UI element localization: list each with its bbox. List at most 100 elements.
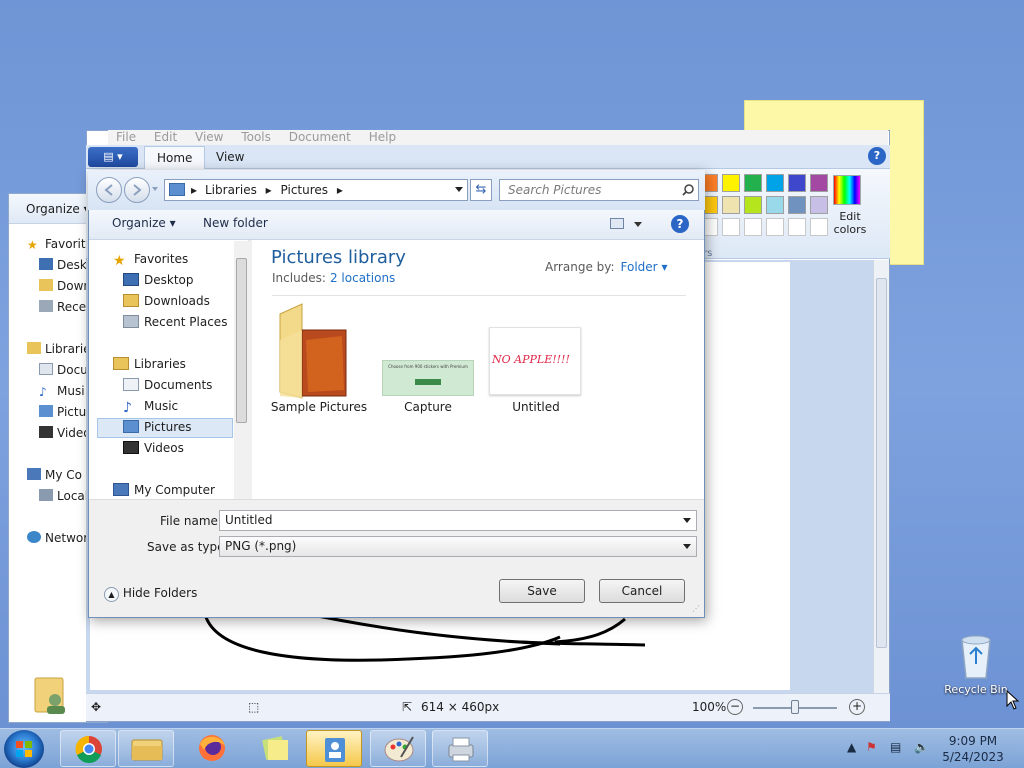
nav-desktop[interactable]: Desktop [123,273,194,287]
taskbar-explorer[interactable] [118,730,174,767]
file-name-field[interactable]: Untitled [219,510,697,531]
address-bar[interactable]: ▸ Libraries ▸ Pictures ▸ [164,179,468,201]
nav-videos[interactable]: Videos [123,441,184,455]
color-swatch-empty[interactable] [722,218,740,236]
menu-tools[interactable]: Tools [241,130,271,144]
save-type-select[interactable]: PNG (*.png) [219,536,697,557]
explorer-nav-downloads[interactable]: Down [39,279,91,293]
menu-document[interactable]: Document [289,130,351,144]
tab-home[interactable]: Home [144,146,206,169]
file-item-capture-thumbnail[interactable]: Choose from 900 stickers with Premium [382,360,474,396]
cancel-button[interactable]: Cancel [599,579,685,603]
explorer-nav-desktop[interactable]: Deskt [39,258,92,272]
file-name-dropdown-icon[interactable] [683,518,691,523]
menu-edit[interactable]: Edit [154,130,177,144]
tab-view[interactable]: View [204,146,256,169]
explorer-nav-videos[interactable]: Video [39,426,91,440]
menu-view[interactable]: View [195,130,223,144]
action-center-icon[interactable]: ⚑ [866,740,877,754]
nav-downloads[interactable]: Downloads [123,294,210,308]
view-dropdown-icon[interactable] [634,222,642,227]
menu-help[interactable]: Help [369,130,396,144]
save-button[interactable]: Save [499,579,585,603]
includes-locations-link[interactable]: 2 locations [330,271,395,285]
taskbar-fax-scan[interactable] [432,730,488,767]
save-type-dropdown-icon[interactable] [683,544,691,549]
color-swatch[interactable] [722,174,740,192]
nav-libraries[interactable]: Libraries [113,357,186,371]
taskbar-firefox[interactable] [184,730,240,767]
refresh-icon: ⇆ [475,182,487,197]
color-swatch[interactable] [766,174,784,192]
breadcrumb-arrow-icon[interactable]: ▸ [337,183,343,197]
color-swatch[interactable] [744,174,762,192]
taskbar-sticky-notes[interactable] [248,730,304,767]
recycle-bin[interactable]: Recycle Bin [944,632,1008,696]
explorer-nav-pictures[interactable]: Pictu [39,405,86,419]
nav-documents[interactable]: Documents [123,378,212,392]
color-swatch[interactable] [788,174,806,192]
edit-colors-button[interactable]: Edit colors [830,210,870,236]
new-folder-button[interactable]: New folder [203,216,268,230]
arrange-by-dropdown[interactable]: Folder ▾ [621,260,668,274]
breadcrumb-libraries[interactable]: Libraries [205,183,257,197]
taskbar-active-app[interactable] [306,730,362,767]
explorer-nav-favorites[interactable]: ★ Favorit [27,237,86,252]
breadcrumb-arrow-icon[interactable]: ▸ [191,180,197,200]
taskbar-chrome[interactable] [60,730,116,767]
color-swatch-empty[interactable] [788,218,806,236]
color-swatch[interactable] [744,196,762,214]
dialog-help-icon[interactable]: ? [671,215,689,233]
color-swatch[interactable] [766,196,784,214]
resize-grip-icon[interactable]: ⋰ [692,604,700,613]
volume-icon[interactable]: 🔈 [914,740,929,754]
nav-my-computer[interactable]: My Computer [113,483,215,497]
file-item-label-untitled[interactable]: Untitled [481,400,591,414]
organize-button[interactable]: Organize ▾ [112,216,176,230]
color-swatch-empty[interactable] [744,218,762,236]
color-swatch[interactable] [810,174,828,192]
color-swatch-empty[interactable] [766,218,784,236]
taskbar-paint[interactable] [370,730,426,767]
color-swatch[interactable] [788,196,806,214]
back-button[interactable] [96,177,122,203]
paint-vertical-scrollbar[interactable] [873,260,889,693]
zoom-out-button[interactable]: − [727,699,743,715]
forward-button[interactable] [124,177,150,203]
zoom-in-button[interactable]: + [849,699,865,715]
explorer-nav-documents[interactable]: Docu [39,363,88,377]
start-button[interactable] [4,730,44,768]
address-dropdown-icon[interactable] [455,187,463,192]
network-icon[interactable]: ▤ [890,740,901,754]
file-item-sample-pictures[interactable]: Sample Pictures [271,300,368,420]
nav-pictures[interactable]: Pictures [123,420,192,434]
zoom-slider-thumb[interactable] [791,700,799,714]
paint-file-button[interactable]: ▤ ▾ [88,147,138,167]
paint-help-icon[interactable]: ? [868,147,886,165]
show-hidden-icons[interactable]: ▲ [847,740,856,754]
nav-scrollbar[interactable] [234,241,249,499]
hide-folders-button[interactable]: ▲ Hide Folders [104,586,197,602]
explorer-nav-network[interactable]: Networ [27,531,88,545]
search-input[interactable]: Search Pictures [499,179,699,201]
explorer-nav-computer[interactable]: My Co [27,468,82,482]
refresh-button[interactable]: ⇆ [470,179,492,201]
breadcrumb-arrow-icon[interactable]: ▸ [266,183,272,197]
color-swatch-empty[interactable] [810,218,828,236]
nav-music[interactable]: ♪ Music [123,399,178,416]
color-swatch[interactable] [810,196,828,214]
clock[interactable]: 9:09 PM 5/24/2023 [930,733,1016,765]
breadcrumb-pictures[interactable]: Pictures [281,183,329,197]
menu-file[interactable]: File [116,130,136,144]
explorer-nav-libraries[interactable]: Librarie [27,342,91,356]
explorer-nav-music[interactable]: ♪ Musi [39,384,85,399]
nav-recent-places[interactable]: Recent Places [123,315,227,329]
file-item-untitled-thumbnail[interactable]: NO APPLE!!!! [489,327,581,395]
color-swatch[interactable] [722,196,740,214]
view-options-icon[interactable] [610,218,624,229]
explorer-organize[interactable]: Organize ▾ [26,202,90,216]
nav-favorites[interactable]: ★ Favorites [113,252,188,269]
explorer-nav-local[interactable]: Local [39,489,88,503]
recent-pages-icon[interactable] [152,187,158,191]
file-item-label-capture[interactable]: Capture [373,400,483,414]
